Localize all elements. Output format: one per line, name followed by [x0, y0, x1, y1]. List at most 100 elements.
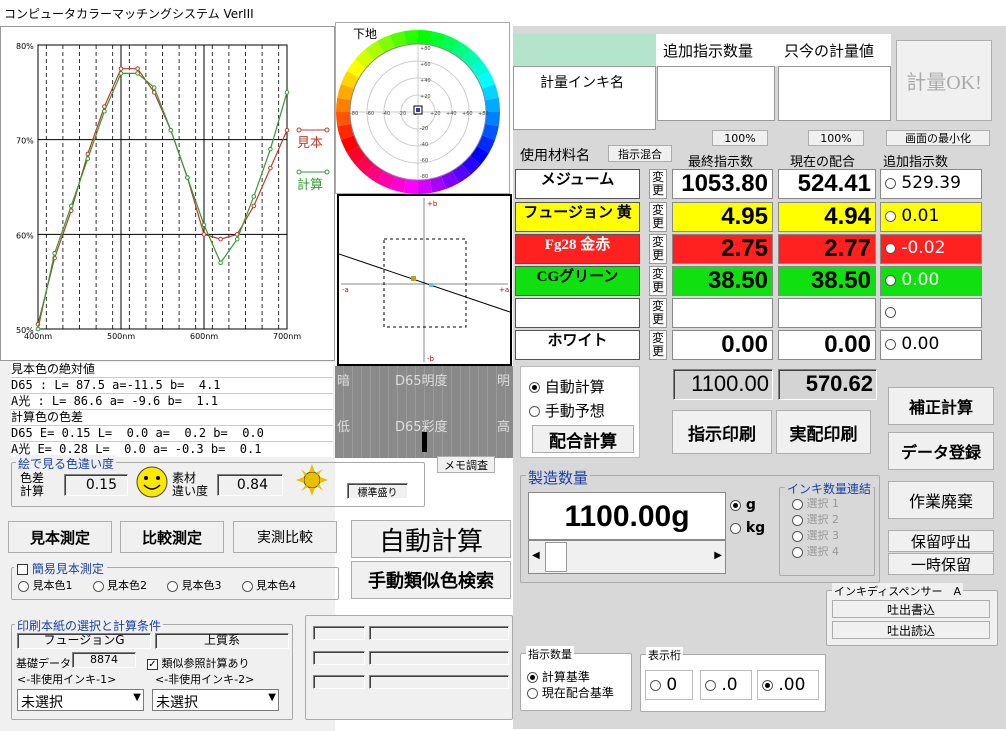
unit-g-option[interactable]: g — [730, 497, 756, 513]
dark-label: 暗 — [337, 374, 351, 389]
wheel-tick-v: -20 — [420, 126, 428, 132]
change-button-5[interactable]: 変更 — [649, 330, 667, 360]
hold-button[interactable]: 一時保留 — [888, 553, 994, 575]
change-button-3[interactable]: 変更 — [649, 266, 667, 296]
manual-option[interactable]: 手動予想 — [529, 400, 605, 421]
visual-diff-title: 絵で見る色違い度 — [16, 455, 117, 472]
digits-2-label: .00 — [778, 675, 806, 695]
memo-button[interactable]: メモ調査 — [437, 456, 495, 473]
print-actual-button[interactable]: 実配印刷 — [776, 410, 871, 454]
sozai-value: 0.84 — [217, 474, 283, 496]
calc-base-option[interactable]: 計算基準 — [527, 668, 590, 685]
data-register-button[interactable]: データ登録 — [888, 432, 994, 470]
wheel-tick-v: -60 — [420, 158, 428, 164]
add-value-row-3[interactable]: 0.00 — [880, 266, 982, 296]
link-choice-4[interactable]: 選択 4 — [792, 544, 839, 560]
recall-button[interactable]: 保留呼出 — [888, 530, 994, 552]
correction-calc-button[interactable]: 補正計算 — [888, 387, 994, 425]
sample-color-4[interactable]: 見本色4 — [241, 577, 296, 593]
legend-label-1: 計算 — [297, 177, 323, 193]
slider-right-icon[interactable]: ▶ — [714, 550, 722, 561]
sample-color-3[interactable]: 見本色3 — [167, 577, 222, 593]
standard-label: 標準盛り — [347, 483, 408, 499]
ink-color-swatch — [513, 34, 656, 65]
production-slider[interactable]: ◀ ▶ — [528, 540, 726, 574]
similar-option[interactable]: ✓ 類似参照計算あり — [147, 655, 250, 671]
sample-measure-button[interactable]: 見本測定 — [8, 521, 112, 553]
current-meas-label: 只今の計量値 — [784, 42, 875, 60]
discard-button[interactable]: 作業廃棄 — [888, 481, 994, 519]
ab-left-label: -a — [342, 286, 349, 294]
add-value-row-5[interactable]: 0.00 — [880, 330, 982, 360]
add-value-row-4[interactable] — [880, 298, 982, 328]
mix-button[interactable]: 指示混合 — [608, 145, 672, 162]
change-button-1[interactable]: 変更 — [649, 202, 667, 232]
sample-color-2[interactable]: 見本色2 — [92, 577, 147, 593]
simple-sample-checkbox[interactable] — [17, 564, 28, 575]
wheel-tick-h: -60 — [366, 111, 374, 117]
unused-ink-1-value: 未選択 — [21, 695, 63, 711]
unused-ink-1-select[interactable]: 未選択 ▼ — [17, 689, 144, 711]
y-tick-label: 80% — [16, 42, 34, 51]
manual-search-button[interactable]: 手動類似色検索 — [351, 561, 511, 599]
paper-field-1: フュージョンG — [17, 633, 151, 649]
change-button-0[interactable]: 変更 — [649, 169, 667, 199]
hue-segment — [403, 178, 418, 194]
series-point — [168, 127, 174, 133]
wheel-tick-v: -80 — [420, 174, 428, 180]
digits-2-option[interactable]: .00 — [757, 670, 819, 700]
add-value-row-1[interactable]: 0.01 — [880, 202, 982, 232]
material-name-4 — [515, 298, 640, 328]
sozai-label: 素材 違い度 — [172, 471, 209, 498]
sample-color-1[interactable]: 見本色1 — [18, 577, 73, 593]
measure-ok-button[interactable]: 計量OK! — [896, 40, 992, 121]
simple-sample-title: 簡易見本測定 — [14, 560, 107, 577]
unused-ink-1-label: <-非使用インキ-1> — [17, 673, 117, 686]
print-instruction-button[interactable]: 指示印刷 — [672, 410, 772, 454]
add-value-3: 0.00 — [901, 270, 940, 290]
series-point — [135, 71, 140, 76]
ink-link-title: インキ数量連結 — [785, 480, 874, 497]
auto-calc-button[interactable]: 自動計算 — [351, 520, 511, 558]
pct2-button[interactable]: 100% — [808, 130, 864, 146]
bright-label: 明 — [497, 374, 511, 389]
y-tick-label: 60% — [16, 231, 34, 240]
current-base-option[interactable]: 現在配合基準 — [527, 684, 614, 701]
add-qty-box — [657, 66, 775, 121]
pct1-button[interactable]: 100% — [712, 130, 768, 146]
series-point — [284, 127, 290, 133]
current-meas-box — [778, 66, 891, 121]
change-button-4[interactable]: 変更 — [649, 298, 667, 328]
digits-0-option[interactable]: 0 — [645, 670, 693, 700]
dispense-write-button[interactable]: 吐出書込 — [832, 600, 990, 618]
minimize-button[interactable]: 画面の最小化 — [886, 130, 990, 146]
dispense-read-button[interactable]: 吐出読込 — [832, 621, 990, 639]
hue-segment — [418, 178, 433, 194]
digits-1-option[interactable]: .0 — [700, 670, 752, 700]
unit-kg-option[interactable]: kg — [730, 520, 765, 536]
unused-ink-2-value: 未選択 — [156, 695, 198, 711]
compare-measure-button[interactable]: 比較測定 — [120, 521, 224, 553]
series-point — [251, 203, 257, 209]
slider-left-icon[interactable]: ◀ — [532, 550, 540, 561]
diff-title: 計算色の色差 — [11, 410, 333, 426]
dispenser-title: インキディスペンサー A — [832, 583, 963, 599]
unused-ink-2-select[interactable]: 未選択 ▼ — [152, 689, 279, 711]
actual-compare-button[interactable]: 実測比較 — [233, 521, 337, 553]
link-choice-1[interactable]: 選択 1 — [792, 496, 839, 512]
add-value-row-2[interactable]: -0.02 — [880, 234, 982, 264]
abs-d65: D65 : L= 87.5 a=-11.5 b= 4.1 — [11, 378, 333, 394]
manual-option-label: 手動予想 — [544, 402, 605, 420]
series-point — [201, 222, 207, 228]
slider-thumb[interactable] — [545, 542, 567, 572]
production-qty[interactable]: 1100.00g — [528, 492, 726, 540]
series-point — [118, 71, 124, 76]
link-choice-3[interactable]: 選択 3 — [792, 528, 839, 544]
add-value-row-0[interactable]: 529.39 — [880, 169, 982, 199]
ab-right-label: +a — [499, 286, 509, 294]
hue-segment — [484, 97, 500, 112]
auto-calc-option[interactable]: 自動計算 — [529, 376, 605, 397]
change-button-2[interactable]: 変更 — [649, 234, 667, 264]
link-choice-2[interactable]: 選択 2 — [792, 512, 839, 528]
mix-calc-button[interactable]: 配合計算 — [532, 425, 634, 453]
